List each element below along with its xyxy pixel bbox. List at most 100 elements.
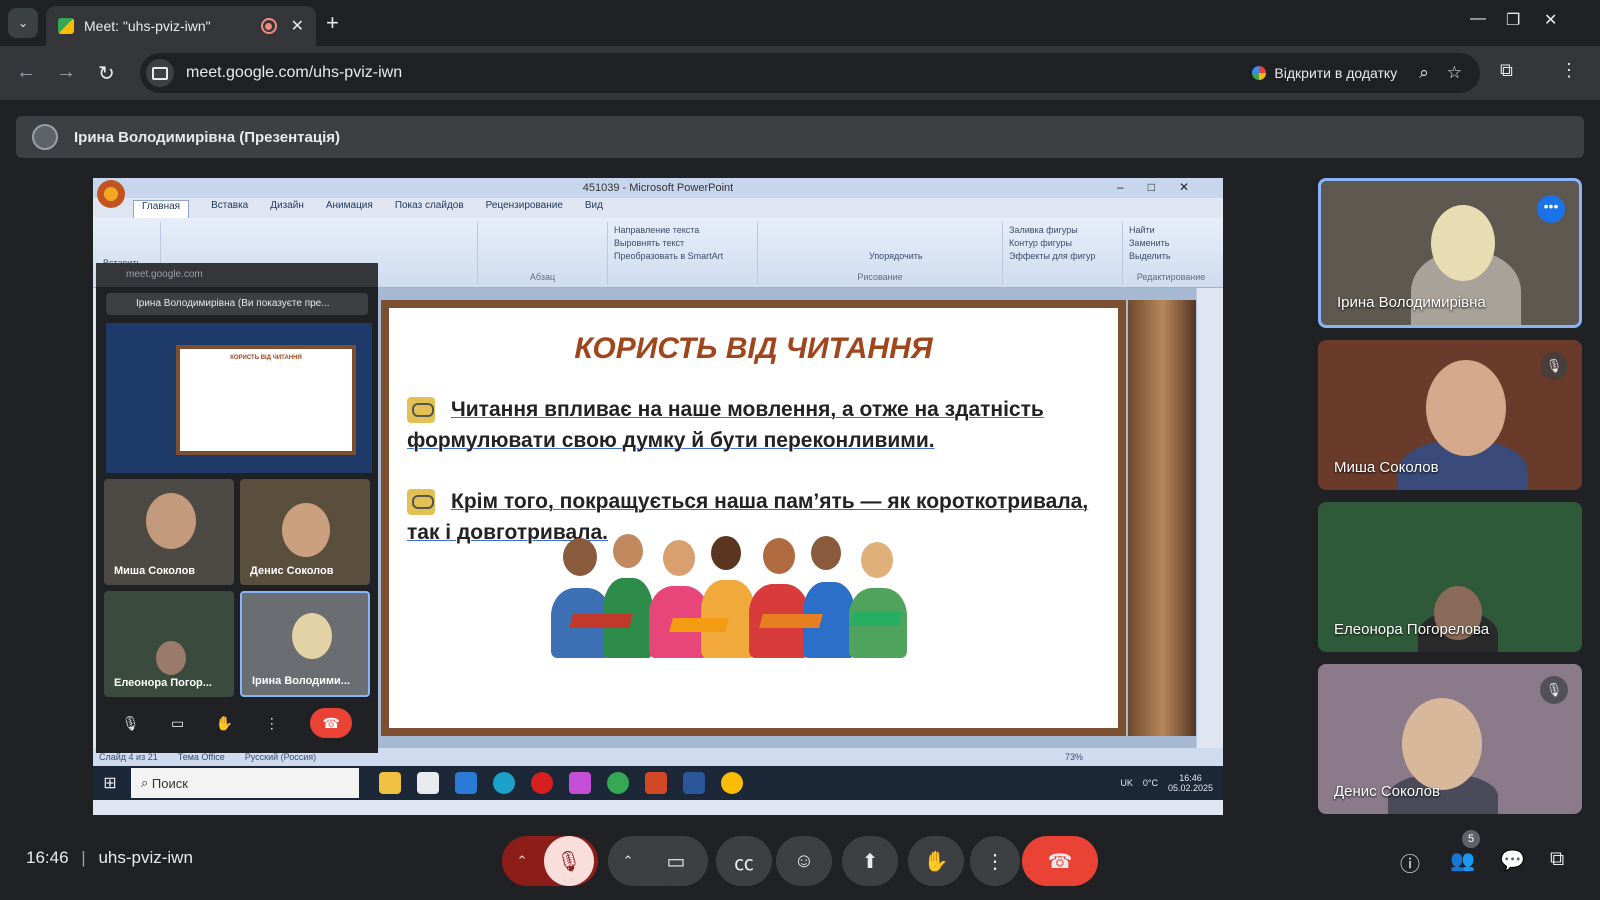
back-icon[interactable]: ← [16, 61, 36, 84]
mini-meet-window: meet.google.com Ірина Володимирівна (Ви … [96, 263, 378, 753]
participant-tile-misha[interactable]: 🎙 Миша Соколов [1318, 340, 1582, 490]
participant-tile-eleonora[interactable]: Елеонора Погорелова [1318, 502, 1582, 652]
end-call-icon: ☎ [310, 708, 353, 738]
mini-tile-name: Ірина Володими... [252, 675, 350, 687]
window-close-icon[interactable]: ✕ [1544, 10, 1557, 30]
current-time: 16:46 [26, 848, 69, 867]
windows-start-icon: ⊞ [103, 775, 117, 792]
people-icon[interactable]: 👥 [1450, 848, 1475, 873]
participant-tile-iryna[interactable]: ••• Ірина Володимирівна [1318, 178, 1582, 328]
participant-face [282, 503, 330, 557]
extensions-icon[interactable]: ⧉ [1500, 60, 1513, 81]
edge-icon [493, 772, 515, 794]
participant-tile-denys[interactable]: 🎙 Денис Соколов [1318, 664, 1582, 814]
tab-strip: ⌄ Meet: "uhs-pviz-iwn" ✕ + — ❐ ✕ [0, 0, 1600, 46]
children-reading-image [541, 534, 911, 668]
windows-taskbar: ⊞ ⌕ Поиск UK 0°C 16:46 05.02.2025 [93, 766, 1223, 800]
participant-face [1431, 205, 1495, 281]
chrome-icon [1252, 66, 1267, 80]
powerpoint-icon [645, 772, 667, 794]
tray-date: 05.02.2025 [1167, 783, 1213, 793]
mic-off-icon: 🎙 [1540, 352, 1568, 380]
book [759, 614, 823, 628]
tab-search-icon[interactable]: ⌄ [8, 8, 38, 38]
camera-options-chevron-icon[interactable]: ⌃ [608, 836, 648, 886]
slide: КОРИСТЬ ВІД ЧИТАННЯ Читання впливає на н… [389, 308, 1118, 728]
powerpoint-window-controls: –□✕ [1117, 180, 1213, 194]
info-icon[interactable]: ⓘ [1400, 848, 1420, 877]
close-icon[interactable]: ✕ [291, 16, 304, 36]
end-call-icon[interactable]: ☎ [1022, 836, 1098, 886]
ribbon-tab: Вид [584, 200, 603, 211]
smartart-label: Преобразовать в SmartArt [614, 251, 724, 261]
reload-icon[interactable]: ↻ [98, 61, 115, 86]
mic-off-icon[interactable]: 🎙 [544, 836, 594, 886]
mic-options-chevron-icon[interactable]: ⌃ [502, 836, 542, 886]
text-direction-label: Направление текста [614, 225, 700, 235]
ribbon-group-paragraph: Абзац [478, 222, 608, 284]
book [669, 618, 729, 632]
ribbon-group-text: Направление текста Выровнять текст Преоб… [608, 222, 758, 284]
editing-label: Редактирование [1136, 272, 1206, 282]
star-icon[interactable]: ☆ [1447, 63, 1462, 83]
slide-scrollbar[interactable] [1196, 288, 1208, 783]
ribbon-tab: Показ слайдов [394, 200, 464, 211]
mini-tile-denys: Денис Соколов [240, 479, 370, 585]
address-bar[interactable]: meet.google.com/uhs-pviz-iwn Відкрити в … [140, 53, 1480, 93]
store-icon [417, 772, 439, 794]
align-text-label: Выровнять текст [614, 238, 685, 248]
forward-icon[interactable]: → [56, 61, 76, 84]
mini-tile-eleonora: Елеонора Погор... [104, 591, 234, 697]
system-tray: UK 0°C 16:46 05.02.2025 [1120, 773, 1213, 793]
more-icon[interactable]: ⋮ [970, 836, 1020, 886]
paragraph-label: Абзац [529, 272, 556, 282]
more-options-icon[interactable]: ••• [1537, 195, 1565, 223]
chat-icon[interactable]: 💬 [1500, 848, 1525, 873]
child-head [613, 534, 643, 568]
record-icon [260, 18, 277, 34]
mic-icon: 🎙 [121, 714, 140, 731]
minimize-icon[interactable]: — [1470, 10, 1486, 28]
hand-icon[interactable]: ✋ [908, 836, 964, 886]
meet-control-bar: 16:46 | uhs-pviz-iwn ⌃ 🎙 ⌃ ▭ ㏄ ☺ ⬆ ✋ ⋮ ☎… [0, 820, 1600, 900]
participant-name: Миша Соколов [1334, 459, 1439, 476]
slide-area: КОРИСТЬ ВІД ЧИТАННЯ Читання впливає на н… [378, 288, 1208, 783]
slide-counter: Слайд 4 из 21 [99, 752, 158, 762]
ribbon-tab: Вставка [211, 200, 249, 211]
ribbon-tab: Дизайн [270, 200, 304, 211]
chrome-icon [607, 772, 629, 794]
owl-icon [407, 397, 435, 424]
slide-title: КОРИСТЬ ВІД ЧИТАННЯ [574, 332, 933, 365]
child-head [861, 542, 893, 578]
mini-tile-iryna: Ірина Володими... [240, 591, 370, 697]
restore-icon[interactable]: ❐ [1506, 10, 1520, 30]
participant-face [146, 493, 196, 549]
opera-icon [531, 772, 553, 794]
activities-icon[interactable]: ⧉ [1550, 848, 1564, 871]
book [849, 612, 903, 626]
separator: | [81, 848, 86, 867]
url-text[interactable]: meet.google.com/uhs-pviz-iwn [186, 64, 1252, 82]
mini-url-bar: meet.google.com [96, 263, 378, 287]
child-head [763, 538, 795, 574]
zoom-level: 73% [1064, 752, 1083, 762]
open-in-app-button[interactable]: Відкрити в додатку [1252, 65, 1397, 81]
new-tab-button[interactable]: + [326, 10, 339, 36]
file-explorer-icon [379, 772, 401, 794]
captions-icon[interactable]: ㏄ [716, 836, 772, 886]
participant-face [156, 641, 186, 675]
emoji-icon[interactable]: ☺ [776, 836, 832, 886]
child-head [811, 536, 841, 570]
camera-icon[interactable]: ▭ [650, 836, 702, 886]
next-slide-preview [1128, 300, 1198, 736]
mini-tile-name: Миша Соколов [114, 565, 196, 577]
shared-screen[interactable]: 451039 - Microsoft PowerPoint –□✕ Главна… [93, 178, 1223, 815]
menu-icon[interactable]: ⋮ [1560, 60, 1578, 81]
participants-badge: 5 [1462, 830, 1480, 848]
ribbon-tab: Рецензирование [485, 200, 563, 211]
present-icon[interactable]: ⬆ [842, 836, 898, 886]
open-in-app-label: Відкрити в додатку [1274, 65, 1398, 81]
browser-tab[interactable]: Meet: "uhs-pviz-iwn" ✕ [46, 6, 316, 46]
zoom-icon[interactable]: ⌕ [1419, 63, 1429, 83]
site-info-icon[interactable] [146, 59, 174, 87]
